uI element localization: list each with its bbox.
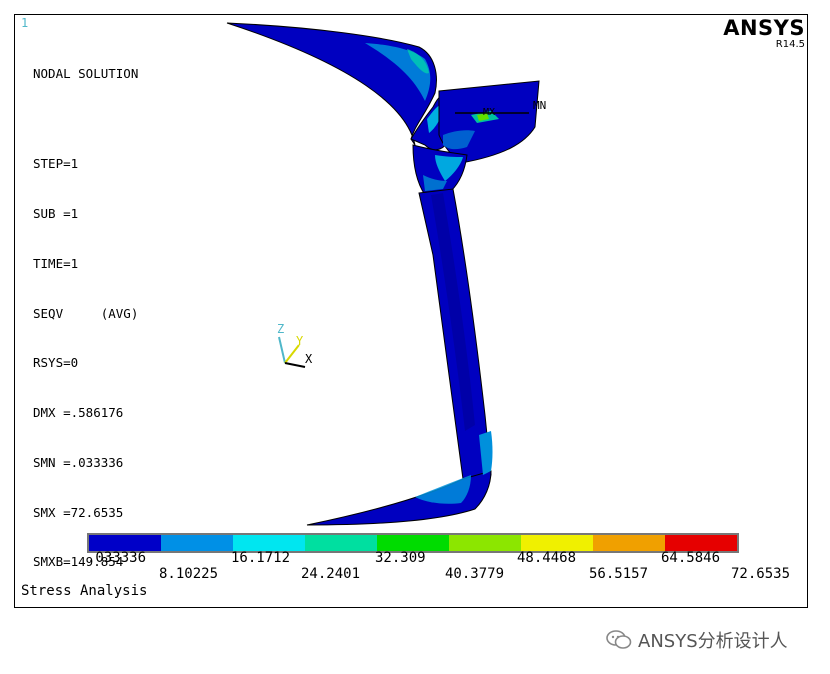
bracket-plate xyxy=(438,80,540,164)
legend-swatch-1 xyxy=(89,535,161,551)
legend-swatch-2 xyxy=(161,535,233,551)
triad-x-label: X xyxy=(305,352,313,366)
legend-label-9: 64.5846 xyxy=(661,550,721,566)
lower-foot-band xyxy=(415,475,471,504)
upper-blade xyxy=(226,22,437,146)
legend-label-2: 8.10225 xyxy=(159,566,219,582)
coordinate-triad: Z Y X xyxy=(277,322,313,368)
legend-swatch-7 xyxy=(521,535,593,551)
graphics-viewport[interactable]: 1 NODAL SOLUTION STEP=1 SUB =1 TIME=1 SE… xyxy=(14,14,808,608)
legend-label-3: 16.1712 xyxy=(231,550,291,566)
triad-y-label: Y xyxy=(296,334,304,348)
min-marker-label: MN xyxy=(533,99,546,112)
triad-z-label: Z xyxy=(277,322,284,336)
watermark-text: ANSYS分析设计人 xyxy=(638,631,788,652)
legend-label-8: 56.5157 xyxy=(589,566,649,582)
legend-label-5: 32.309 xyxy=(375,550,426,566)
max-marker-label: MX xyxy=(483,107,495,118)
legend-swatch-8 xyxy=(593,535,665,551)
plot-caption: Stress Analysis xyxy=(21,583,148,599)
legend-label-7: 48.4468 xyxy=(517,550,577,566)
legend-swatch-4 xyxy=(305,535,377,551)
legend-swatch-3 xyxy=(233,535,305,551)
chat-bubble-icon xyxy=(606,630,632,649)
watermark: ANSYS分析设计人 xyxy=(606,627,788,653)
model-contour-plot[interactable]: MX MN Z Y X xyxy=(15,15,807,607)
legend-label-6: 40.3779 xyxy=(445,566,505,582)
legend-swatch-9 xyxy=(665,535,737,551)
legend-label-10: 72.6535 xyxy=(731,566,791,582)
legend-swatch-6 xyxy=(449,535,521,551)
legend-swatch-5 xyxy=(377,535,449,551)
legend-label-4: 24.2401 xyxy=(301,566,361,582)
legend-label-1: .033336 xyxy=(87,550,147,566)
